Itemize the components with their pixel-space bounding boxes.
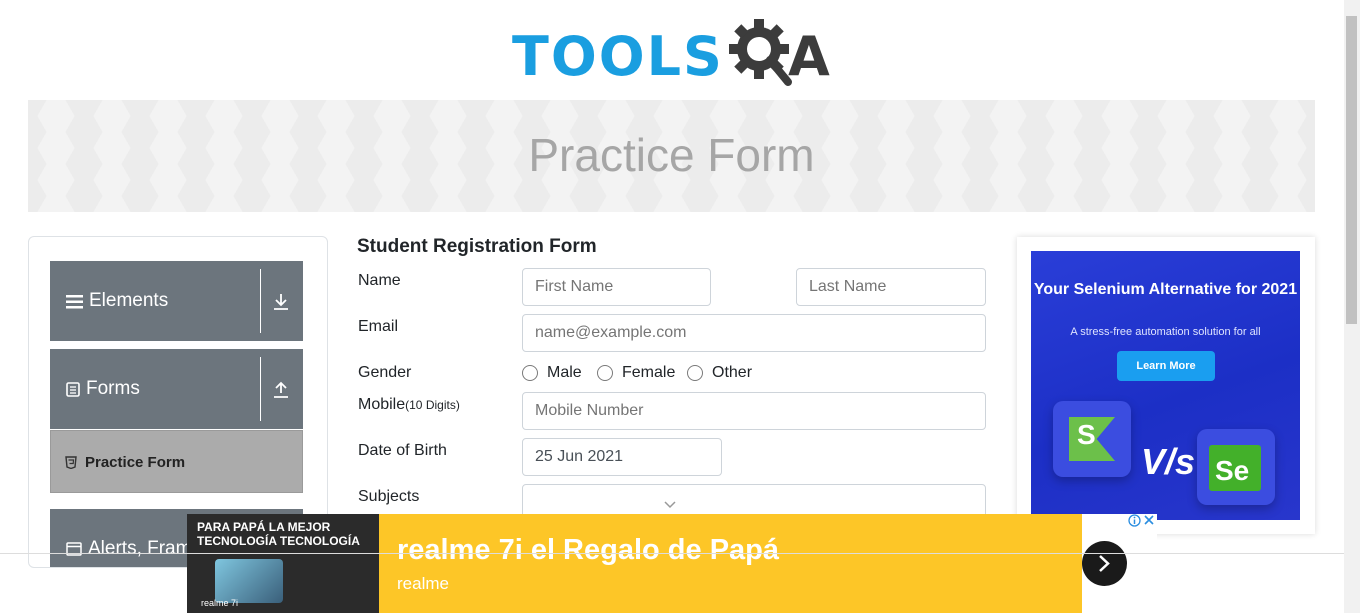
sidebar-group-label: Elements — [89, 290, 169, 311]
gear-magnifier-icon — [729, 19, 792, 86]
ad-panel: Your Selenium Alternative for 2021 A str… — [1031, 251, 1300, 520]
name-label: Name — [358, 272, 401, 289]
katalon-logo: S — [1053, 401, 1131, 477]
page-banner: Practice Form — [28, 100, 1315, 212]
mobile-label: Mobile(10 Digits) — [358, 396, 460, 414]
logo-text: TOOLS — [512, 25, 724, 88]
ad-controls[interactable] — [1128, 514, 1155, 527]
list-icon — [66, 294, 83, 308]
bottom-advertisement[interactable]: PARA PAPÁ LA MEJOR TECNOLOGÍA TECNOLOGÍA… — [187, 514, 1157, 613]
radio-label: Male — [547, 364, 582, 381]
mobile-hint: (10 Digits) — [405, 398, 460, 412]
logo-text-a: A — [788, 25, 830, 88]
gender-radio-female[interactable]: Female — [597, 364, 675, 382]
chevron-right-icon — [1099, 555, 1110, 572]
mobile-input[interactable] — [522, 392, 986, 430]
email-input[interactable] — [522, 314, 986, 352]
ad-headline: Your Selenium Alternative for 2021 — [1033, 281, 1298, 298]
ad-image-text: PARA PAPÁ LA MEJOR TECNOLOGÍA TECNOLOGÍA — [197, 520, 360, 548]
mobile-label-text: Mobile — [358, 396, 406, 413]
divider — [0, 553, 1344, 554]
radio-label: Other — [712, 364, 753, 381]
chevron-down-icon — [664, 501, 676, 509]
gender-label: Gender — [358, 364, 412, 381]
learn-more-button[interactable]: Learn More — [1117, 351, 1215, 381]
divider — [260, 357, 261, 421]
katalon-logo-letter: S — [1077, 419, 1096, 450]
document-icon — [66, 381, 80, 397]
last-name-input[interactable] — [796, 268, 986, 306]
radio-label: Female — [622, 364, 676, 381]
close-icon[interactable] — [1143, 514, 1155, 526]
download-icon[interactable] — [273, 293, 289, 311]
phone-image — [215, 559, 283, 603]
subjects-label: Subjects — [358, 488, 420, 505]
radio-circle[interactable] — [597, 365, 613, 381]
date-of-birth-input[interactable]: 25 Jun 2021 — [522, 438, 722, 476]
sidebar-item-practice-form[interactable]: Practice Form — [50, 430, 303, 493]
upload-icon[interactable] — [273, 381, 289, 399]
right-advertisement[interactable]: Your Selenium Alternative for 2021 A str… — [1017, 237, 1315, 534]
ad-brand: realme — [397, 574, 449, 593]
toolsqa-logo[interactable]: TOOLS A — [512, 14, 834, 90]
divider — [260, 269, 261, 333]
ad-subtext: A stress-free automation solution for al… — [1070, 326, 1261, 338]
vertical-scrollbar[interactable] — [1344, 0, 1360, 613]
sidebar-item-practice-form-content: Practice Form — [65, 454, 185, 471]
page-title: Practice Form — [528, 129, 815, 181]
form-title: Student Registration Form — [357, 236, 597, 257]
sidebar-item-label: Practice Form — [85, 454, 186, 471]
radio-circle[interactable] — [522, 365, 538, 381]
ad-image-brand: realme 7i — [201, 598, 239, 608]
sidebar-group-elements-header: Elements — [66, 290, 168, 312]
radio-circle[interactable] — [687, 365, 703, 381]
selenium-logo: Se — [1197, 429, 1275, 505]
ad-next-button[interactable] — [1082, 541, 1127, 586]
sidebar-group-elements[interactable]: Elements — [50, 261, 303, 341]
first-name-input[interactable] — [522, 268, 711, 306]
ad-image: PARA PAPÁ LA MEJOR TECNOLOGÍA TECNOLOGÍA… — [187, 514, 379, 613]
gender-radio-other[interactable]: Other — [687, 364, 752, 382]
gender-radio-male[interactable]: Male — [522, 364, 582, 382]
sidebar-group-forms-header: Forms — [66, 378, 140, 400]
dob-label: Date of Birth — [358, 442, 447, 459]
sidebar-group-forms[interactable]: Forms — [50, 349, 303, 429]
ad-title: realme 7i el Regalo de Papá — [397, 534, 780, 566]
scrollbar-thumb[interactable] — [1346, 16, 1357, 324]
sidebar-group-label: Forms — [86, 378, 140, 399]
html5-icon — [65, 456, 77, 469]
info-icon[interactable] — [1128, 514, 1141, 527]
versus-text: V/s — [1141, 441, 1196, 482]
selenium-logo-text: Se — [1215, 455, 1250, 486]
email-label: Email — [358, 318, 399, 335]
